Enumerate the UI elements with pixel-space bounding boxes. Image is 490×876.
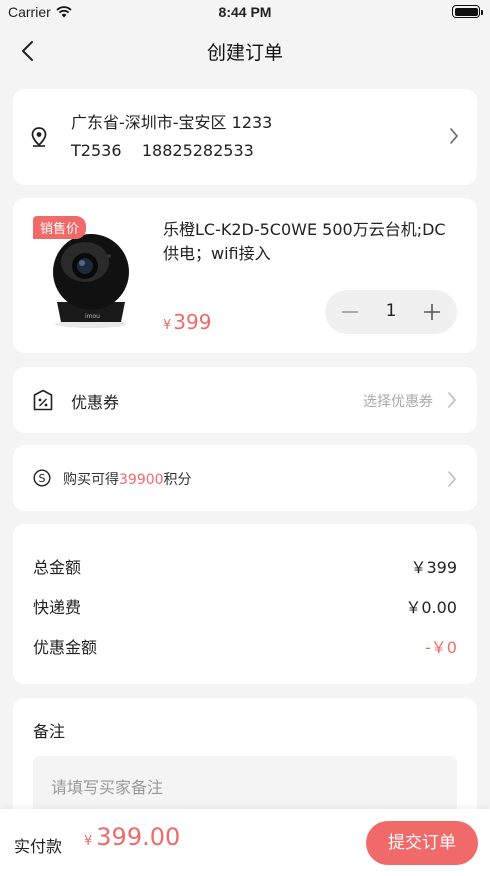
chevron-right-icon bbox=[448, 392, 456, 408]
chevron-right-icon bbox=[450, 128, 459, 144]
total-amount-label: 总金额 bbox=[33, 558, 82, 577]
status-time: 8:44 PM bbox=[218, 4, 272, 20]
coupon-label: 优惠券 bbox=[71, 393, 120, 412]
address-contact: T2536 18825282533 bbox=[71, 141, 254, 160]
plus-icon bbox=[424, 304, 440, 320]
address-card[interactable]: 广东省-深圳市-宝安区 1233 T2536 18825282533 bbox=[13, 89, 477, 185]
discount-amount-row: 优惠金额 -￥0 bbox=[33, 634, 457, 658]
nav-bar: 创建订单 bbox=[0, 26, 490, 76]
currency-symbol: ¥ bbox=[84, 834, 93, 849]
discount-amount-label: 优惠金额 bbox=[33, 638, 98, 657]
product-price: ¥ 399 bbox=[163, 310, 211, 334]
recipient-name: T2536 bbox=[71, 141, 122, 160]
price-value: 399 bbox=[173, 310, 212, 334]
back-button[interactable] bbox=[12, 34, 42, 68]
quantity-value[interactable]: 1 bbox=[371, 301, 411, 321]
coupon-card[interactable]: 优惠券 选择优惠券 bbox=[13, 367, 477, 433]
order-summary-card: 总金额 ￥399 快递费 ￥0.00 优惠金额 -￥0 bbox=[13, 524, 477, 684]
shipping-fee-value: ￥0.00 bbox=[405, 598, 457, 617]
address-text: 广东省-深圳市-宝安区 1233 bbox=[71, 113, 273, 132]
status-bar: Carrier 8:44 PM bbox=[0, 0, 490, 26]
battery-icon bbox=[452, 5, 483, 18]
decrease-quantity-button[interactable] bbox=[335, 297, 365, 327]
svg-text:S: S bbox=[39, 472, 46, 485]
points-coin-icon: S bbox=[33, 469, 51, 487]
product-name: 乐橙LC-K2D-5C0WE 500万云台机;DC供电；wifi接入 bbox=[163, 220, 446, 263]
points-prefix: 购买可得 bbox=[63, 472, 119, 488]
points-reward-text: 购买可得39900积分 bbox=[63, 469, 192, 489]
pay-amount-value: 399.00 bbox=[96, 823, 181, 851]
points-card[interactable]: S 购买可得39900积分 bbox=[13, 445, 477, 511]
coupon-icon bbox=[33, 389, 53, 411]
minus-icon bbox=[342, 311, 358, 313]
shipping-fee-row: 快递费 ￥0.00 bbox=[33, 594, 457, 618]
chevron-left-icon bbox=[22, 41, 33, 61]
total-amount-value: ￥399 bbox=[410, 558, 457, 577]
pay-amount: ¥ 399.00 bbox=[84, 823, 180, 851]
discount-amount-value: -￥0 bbox=[425, 638, 457, 657]
points-suffix: 积分 bbox=[163, 472, 192, 488]
location-pin-icon bbox=[31, 127, 47, 147]
sale-price-badge: 销售价 bbox=[33, 216, 87, 239]
points-amount: 39900 bbox=[119, 472, 164, 488]
product-card: imou 销售价 乐橙LC-K2D-5C0WE 500万云台机;DC供电；wif… bbox=[13, 198, 477, 353]
pay-label: 实付款 bbox=[14, 837, 63, 856]
currency-symbol: ¥ bbox=[163, 318, 172, 333]
total-amount-row: 总金额 ￥399 bbox=[33, 554, 457, 578]
quantity-stepper[interactable]: 1 bbox=[325, 290, 457, 334]
increase-quantity-button[interactable] bbox=[417, 297, 447, 327]
shipping-fee-label: 快递费 bbox=[33, 598, 82, 617]
recipient-phone: 18825282533 bbox=[141, 141, 254, 160]
select-coupon-link[interactable]: 选择优惠券 bbox=[363, 391, 433, 411]
page-title: 创建订单 bbox=[206, 42, 283, 64]
camera-brand-label: imou bbox=[85, 313, 100, 320]
submit-order-button[interactable]: 提交订单 bbox=[366, 821, 478, 865]
chevron-right-icon bbox=[448, 471, 456, 487]
checkout-bar: 实付款 ¥ 399.00 提交订单 bbox=[0, 809, 490, 876]
remark-title: 备注 bbox=[33, 722, 66, 741]
